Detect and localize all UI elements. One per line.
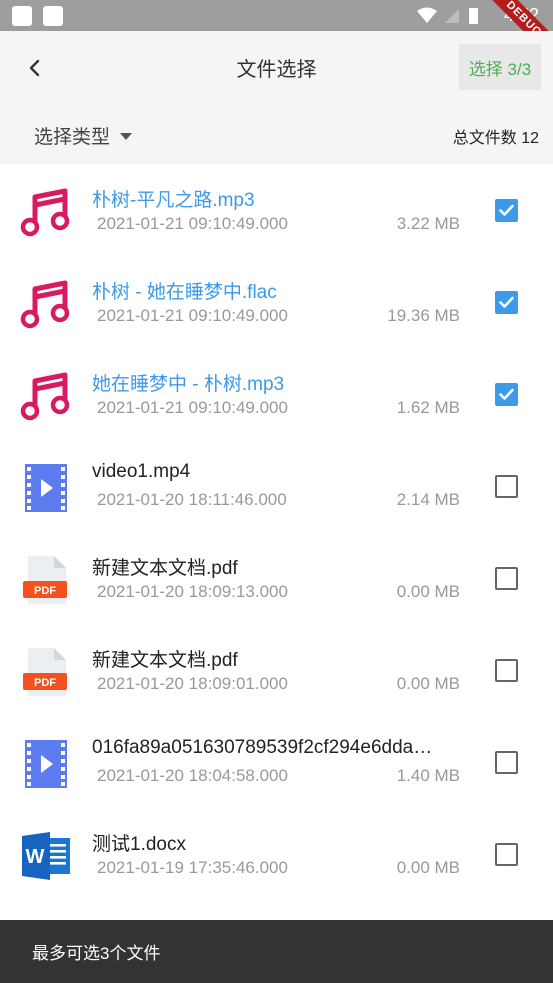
file-date: 2021-01-20 18:04:58.000 [97, 766, 288, 785]
app-bar: 文件选择 选择 3/3 [0, 31, 553, 103]
file-date: 2021-01-20 18:09:13.000 [97, 582, 288, 601]
file-name: 测试1.docx [92, 834, 186, 855]
pdf-icon: PDF [20, 554, 72, 606]
file-row[interactable]: PDF 新建文本文档.pdf 2021-01-20 18:09:01.000 0… [0, 624, 553, 716]
pdf-icon: PDF [20, 646, 72, 698]
wifi-icon [417, 7, 437, 23]
video-icon [20, 738, 72, 790]
svg-text:W: W [26, 846, 45, 868]
file-size: 0.00 MB [396, 858, 460, 877]
file-row[interactable]: 朴树 - 她在睡梦中.flac 2021-01-21 09:10:49.000 … [0, 256, 553, 348]
signal-icon [445, 9, 459, 23]
notification-icon [43, 6, 63, 26]
battery-icon [469, 8, 478, 24]
file-name: 新建文本文档.pdf [92, 650, 238, 671]
snackbar: 最多可选3个文件 [0, 920, 553, 983]
file-checkbox[interactable] [495, 567, 518, 590]
file-checkbox[interactable] [495, 199, 518, 222]
file-checkbox[interactable] [495, 843, 518, 866]
svg-text:PDF: PDF [34, 585, 56, 597]
file-checkbox[interactable] [495, 475, 518, 498]
file-checkbox[interactable] [495, 383, 518, 406]
word-icon: W [20, 830, 72, 882]
snackbar-message: 最多可选3个文件 [32, 944, 161, 963]
file-name: 新建文本文档.pdf [92, 558, 238, 579]
check-icon [499, 296, 514, 308]
file-size: 1.62 MB [396, 398, 460, 417]
file-size: 3.22 MB [396, 214, 460, 233]
music-icon [20, 186, 72, 238]
file-size: 0.00 MB [396, 582, 460, 601]
file-type-dropdown[interactable]: 选择类型 [34, 122, 133, 149]
file-checkbox[interactable] [495, 291, 518, 314]
file-date: 2021-01-19 17:35:46.000 [97, 858, 288, 877]
file-name: video1.mp4 [92, 461, 191, 482]
file-name: 她在睡梦中 - 朴树.mp3 [92, 374, 285, 395]
file-date: 2021-01-21 09:10:49.000 [97, 214, 288, 233]
status-bar: 4:52 DEBUG [0, 0, 553, 72]
file-checkbox[interactable] [495, 751, 518, 774]
file-type-label: 选择类型 [34, 127, 111, 148]
file-list: 朴树-平凡之路.mp3 2021-01-21 09:10:49.000 3.22… [0, 164, 553, 920]
file-name: 朴树-平凡之路.mp3 [92, 190, 255, 211]
notification-icon [12, 6, 32, 26]
music-icon [20, 370, 72, 422]
file-row[interactable]: 她在睡梦中 - 朴树.mp3 2021-01-21 09:10:49.000 1… [0, 348, 553, 440]
file-size: 2.14 MB [396, 490, 460, 509]
file-name: 016fa89a051630789539f2cf294e6dda… [92, 737, 433, 758]
file-date: 2021-01-20 18:11:46.000 [97, 490, 287, 509]
file-row[interactable]: 016fa89a051630789539f2cf294e6dda… 2021-0… [0, 716, 553, 808]
file-date: 2021-01-21 09:10:49.000 [97, 306, 288, 325]
file-size: 1.40 MB [396, 766, 460, 785]
check-icon [499, 388, 514, 400]
caret-down-icon [120, 133, 133, 140]
file-name: 朴树 - 她在睡梦中.flac [92, 282, 277, 303]
file-checkbox[interactable] [495, 659, 518, 682]
svg-text:PDF: PDF [34, 677, 56, 689]
file-row[interactable]: 朴树-平凡之路.mp3 2021-01-21 09:10:49.000 3.22… [0, 164, 553, 256]
check-icon [499, 204, 514, 216]
file-date: 2021-01-21 09:10:49.000 [97, 398, 288, 417]
total-file-count: 总文件数 12 [452, 130, 539, 147]
file-size: 0.00 MB [396, 674, 460, 693]
status-icons [415, 6, 485, 31]
file-row[interactable]: video1.mp4 2021-01-20 18:11:46.000 2.14 … [0, 440, 553, 532]
filter-bar: 选择类型 总文件数 12 [0, 103, 553, 164]
file-size: 19.36 MB [387, 306, 460, 325]
file-row[interactable]: W 测试1.docx 2021-01-19 17:35:46.000 0.00 … [0, 808, 553, 900]
music-icon [20, 278, 72, 330]
video-icon [20, 462, 72, 514]
confirm-selection-button[interactable]: 选择 3/3 [459, 44, 541, 90]
file-row[interactable]: PDF 新建文本文档.pdf 2021-01-20 18:09:13.000 0… [0, 532, 553, 624]
file-date: 2021-01-20 18:09:01.000 [97, 674, 288, 693]
